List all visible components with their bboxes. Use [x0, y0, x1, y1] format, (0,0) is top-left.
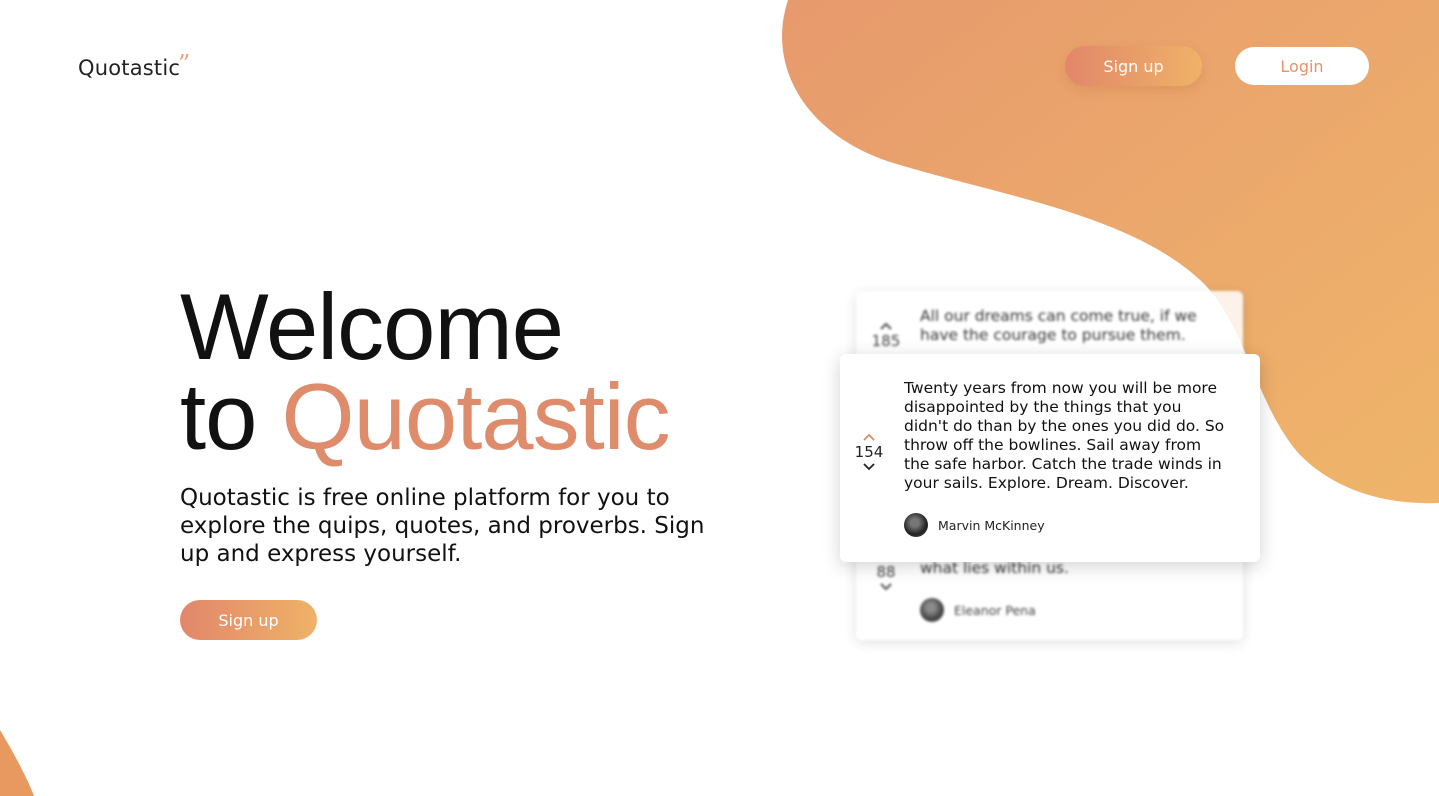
- logo[interactable]: Quotastic ”: [78, 50, 190, 80]
- vote-count: 154: [854, 443, 884, 461]
- hero-title-brand: Quotastic: [281, 364, 671, 469]
- upvote-icon[interactable]: [862, 432, 876, 442]
- quote-text: All our dreams can come true, if we have…: [920, 307, 1197, 344]
- vote-count: 88: [876, 563, 896, 581]
- hero-title-prefix: to: [180, 364, 282, 469]
- upvote-icon[interactable]: [879, 321, 893, 331]
- author-name: Eleanor Pena: [954, 602, 1036, 618]
- hero-description: Quotastic is free online platform for yo…: [180, 485, 705, 567]
- vote-control: 154: [854, 432, 884, 472]
- header-signup-button[interactable]: Sign up: [1065, 46, 1202, 86]
- avatar: [920, 598, 944, 622]
- hero-title: Welcome to Quotastic: [180, 280, 671, 464]
- downvote-icon[interactable]: [879, 582, 893, 592]
- featured-quote-card: 154 Twenty years from now you will be mo…: [840, 354, 1260, 562]
- quote-mark-icon: ”: [178, 50, 191, 78]
- quote-author: Marvin McKinney: [904, 513, 1045, 537]
- header-login-button[interactable]: Login: [1235, 47, 1369, 85]
- downvote-icon[interactable]: [862, 462, 876, 472]
- vote-count: 185: [871, 332, 901, 350]
- author-name: Marvin McKinney: [938, 517, 1045, 533]
- vote-control: 88: [871, 562, 901, 592]
- avatar: [904, 513, 928, 537]
- logo-text: Quotastic: [78, 56, 181, 80]
- vote-control: 185: [871, 321, 901, 351]
- hero-signup-button[interactable]: Sign up: [180, 600, 317, 640]
- quote-author: Eleanor Pena: [920, 598, 1036, 622]
- quote-text: Twenty years from now you will be more d…: [904, 379, 1225, 492]
